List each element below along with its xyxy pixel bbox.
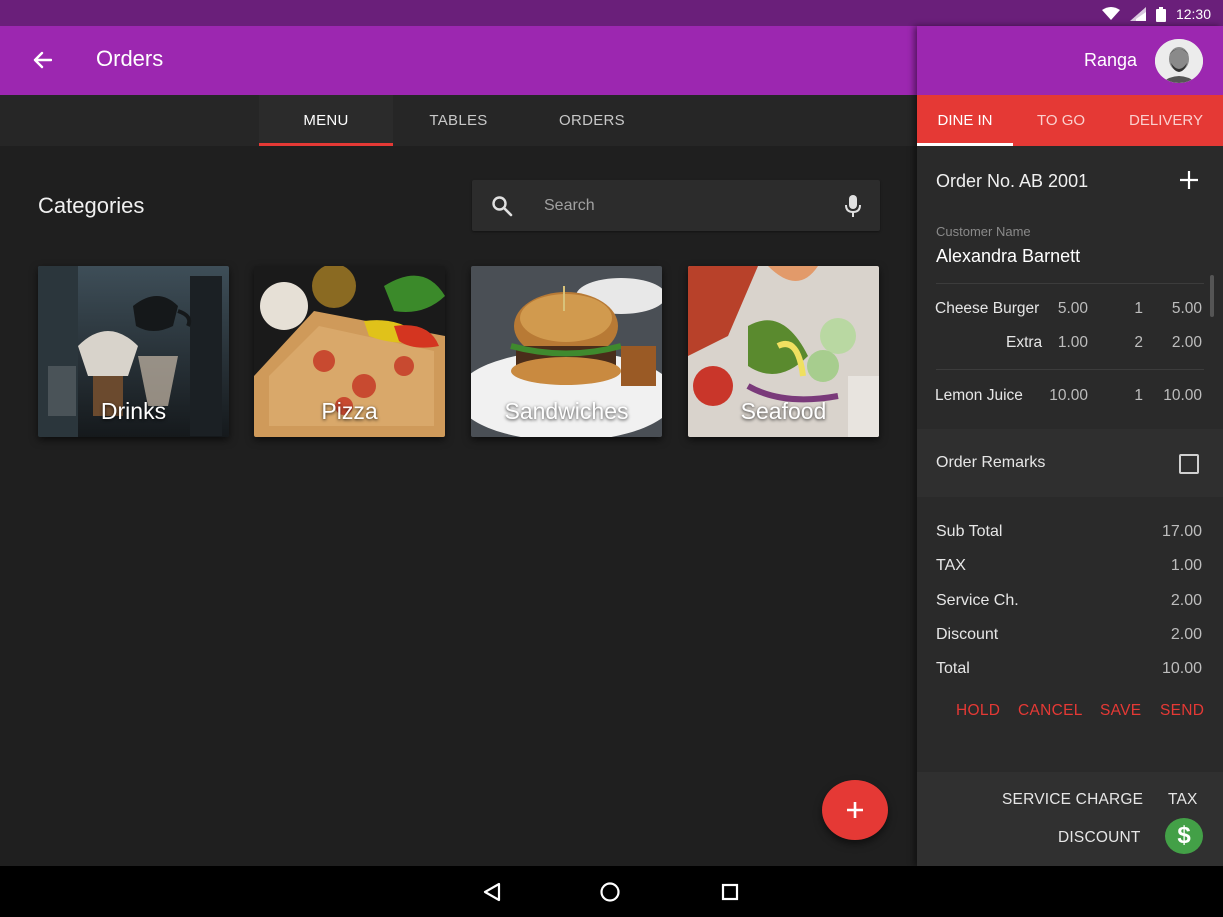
item-qty: 1 — [1134, 387, 1143, 404]
item-price: 10.00 — [1049, 387, 1088, 404]
page-title: Orders — [96, 46, 164, 71]
tab-dine-in[interactable]: DINE IN — [917, 95, 1013, 146]
item-name: Lemon Juice — [935, 387, 1023, 404]
item-name: Cheese Burger — [935, 300, 1040, 317]
order-item-row[interactable]: Extra 1.00 2 2.00 — [917, 334, 1223, 356]
panel-footer: SERVICE CHARGE TAX DISCOUNT $ — [917, 772, 1223, 866]
back-button[interactable] — [26, 46, 58, 74]
item-total: 10.00 — [1163, 387, 1202, 404]
divider — [936, 369, 1204, 370]
category-card-pizza[interactable]: Pizza — [254, 266, 445, 437]
user-avatar-icon — [1155, 39, 1203, 83]
divider — [936, 283, 1204, 284]
dollar-icon[interactable]: $ — [1165, 818, 1203, 854]
customer-name-label: Customer Name — [936, 224, 1031, 239]
cancel-button[interactable]: CANCEL — [1018, 702, 1083, 724]
order-item-row[interactable]: Lemon Juice 10.00 1 10.00 — [917, 387, 1223, 409]
customer-name[interactable]: Alexandra Barnett — [936, 246, 1080, 267]
order-panel: Ranga DINE IN TO GO DELIVERY Order No. A… — [917, 26, 1223, 866]
summary-row-tax: TAX 1.00 — [917, 557, 1223, 579]
order-type-tabs: DINE IN TO GO DELIVERY — [917, 95, 1223, 146]
search-icon — [492, 196, 513, 217]
summary-row-subtotal: Sub Total 17.00 — [917, 523, 1223, 545]
category-label: Sandwiches — [504, 398, 629, 424]
system-nav-bar — [0, 866, 1223, 917]
summary-label: Discount — [936, 626, 999, 643]
battery-icon — [1155, 6, 1166, 22]
tab-to-go[interactable]: TO GO — [1013, 95, 1109, 146]
tax-button[interactable]: TAX — [1168, 791, 1198, 809]
category-label: Drinks — [100, 398, 167, 424]
nav-home-button[interactable] — [596, 878, 624, 906]
category-label: Seafood — [740, 398, 827, 424]
item-price: 5.00 — [1057, 300, 1088, 317]
user-name: Ranga — [1083, 50, 1137, 70]
send-button[interactable]: SEND — [1160, 702, 1204, 724]
status-time: 12:30 — [1175, 6, 1211, 22]
discount-button[interactable]: DISCOUNT — [1058, 829, 1141, 847]
order-remarks-row: Order Remarks — [917, 429, 1223, 497]
add-item-button[interactable] — [822, 780, 888, 840]
item-qty: 2 — [1134, 334, 1143, 351]
category-card-drinks[interactable]: Drinks — [38, 266, 229, 437]
panel-scrollbar[interactable] — [1210, 275, 1214, 317]
order-number: Order No. AB 2001 — [936, 171, 1089, 191]
avatar[interactable] — [1155, 39, 1203, 83]
nav-back-button[interactable] — [478, 878, 506, 906]
summary-row-total: Total 10.00 — [917, 660, 1223, 682]
search-bar — [472, 180, 880, 231]
service-charge-button[interactable]: SERVICE CHARGE — [1002, 791, 1143, 809]
search-input[interactable] — [544, 192, 824, 219]
summary-value: 10.00 — [1161, 660, 1202, 677]
order-remarks-checkbox[interactable] — [1179, 454, 1199, 474]
status-icons: 12:30 — [1101, 5, 1211, 23]
summary-value: 1.00 — [1170, 557, 1202, 574]
tab-orders[interactable]: ORDERS — [524, 95, 660, 146]
item-qty: 1 — [1134, 300, 1143, 317]
item-price: 1.00 — [1057, 334, 1088, 351]
add-icon[interactable] — [1177, 168, 1201, 192]
summary-label: Sub Total — [936, 523, 1003, 540]
panel-header: Ranga — [917, 26, 1223, 95]
mic-icon[interactable] — [844, 194, 862, 218]
signal-icon — [1129, 7, 1146, 21]
tab-bar: MENU TABLES ORDERS — [0, 95, 917, 146]
summary-row-discount: Discount 2.00 — [917, 626, 1223, 648]
circle-home-icon — [600, 882, 620, 902]
tab-delivery[interactable]: DELIVERY — [1109, 95, 1223, 146]
triangle-back-icon — [483, 882, 501, 902]
summary-label: Total — [936, 660, 970, 677]
summary-label: TAX — [936, 557, 966, 574]
save-button[interactable]: SAVE — [1100, 702, 1141, 724]
item-total: 5.00 — [1171, 300, 1202, 317]
category-card-sandwiches[interactable]: Sandwiches — [471, 266, 662, 437]
plus-icon — [847, 802, 863, 818]
item-name: Extra — [1006, 334, 1043, 351]
summary-label: Service Ch. — [936, 592, 1019, 609]
summary-value: 17.00 — [1161, 523, 1202, 540]
app-bar: Orders — [0, 26, 917, 95]
category-label: Pizza — [321, 398, 378, 424]
wifi-icon — [1101, 7, 1120, 20]
summary-value: 2.00 — [1170, 626, 1202, 643]
nav-recents-button[interactable] — [716, 878, 744, 906]
hold-button[interactable]: HOLD — [956, 702, 1000, 724]
status-bar: 12:30 — [0, 0, 1223, 26]
arrow-back-icon — [33, 51, 52, 69]
order-remarks-label: Order Remarks — [936, 454, 1046, 471]
order-item-row[interactable]: Cheese Burger 5.00 1 5.00 — [917, 300, 1223, 322]
summary-row-service: Service Ch. 2.00 — [917, 592, 1223, 614]
tab-menu[interactable]: MENU — [259, 95, 393, 146]
category-card-seafood[interactable]: Seafood — [688, 266, 879, 437]
item-total: 2.00 — [1171, 334, 1202, 351]
app-root: 12:30 Orders MENU TABLES ORDERS Categori… — [0, 0, 1223, 917]
categories-title: Categories — [38, 193, 145, 218]
tab-tables[interactable]: TABLES — [393, 95, 524, 146]
square-recents-icon — [721, 883, 739, 901]
summary-value: 2.00 — [1170, 592, 1202, 609]
